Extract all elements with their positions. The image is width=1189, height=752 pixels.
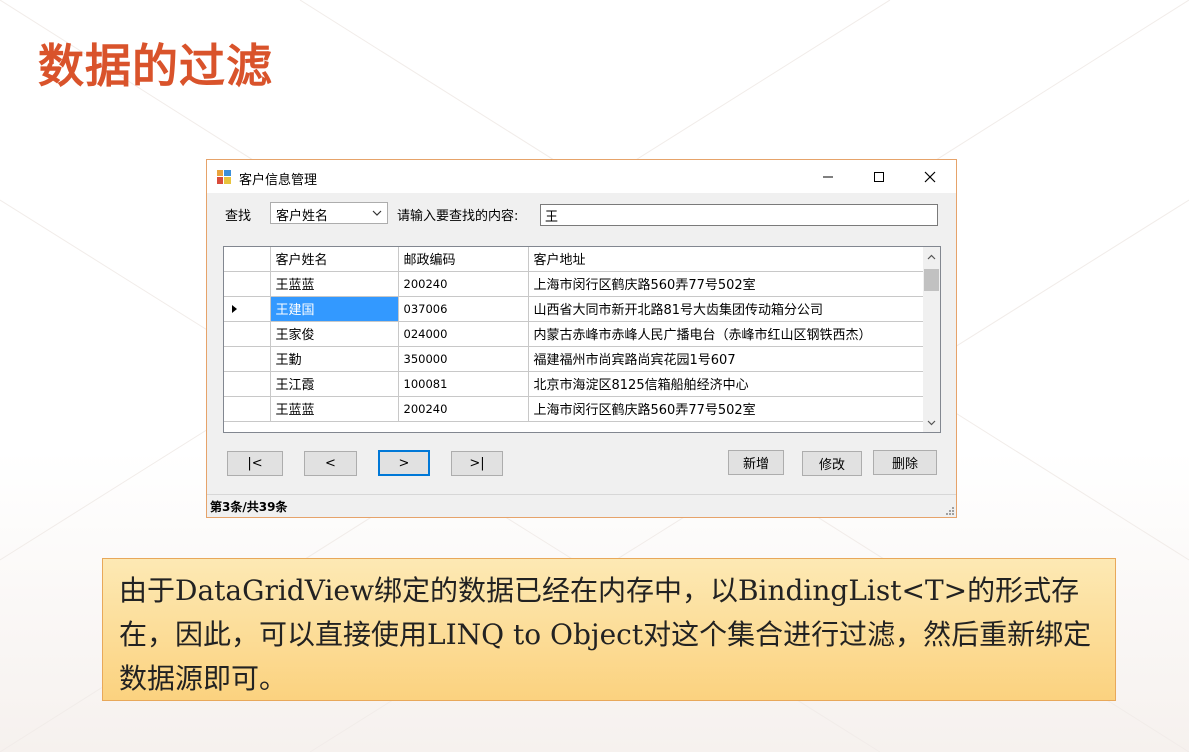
scrollbar-thumb[interactable] bbox=[924, 269, 939, 291]
close-button[interactable] bbox=[913, 164, 947, 190]
cell-name[interactable]: 王勤 bbox=[270, 346, 399, 372]
cell-address[interactable]: 福建福州市尚宾路尚宾花园1号607 bbox=[528, 346, 924, 372]
cell-name-selected[interactable]: 王建国 bbox=[270, 296, 399, 322]
cell-address[interactable]: 上海市闵行区鹤庆路560弄77号502室 bbox=[528, 271, 924, 297]
table-row[interactable]: 王蓝蓝 200240 上海市闵行区鹤庆路560弄77号502室 bbox=[224, 396, 924, 422]
window-title: 客户信息管理 bbox=[239, 173, 318, 188]
minimize-button[interactable] bbox=[811, 164, 845, 190]
cell-address[interactable]: 山西省大同市新开北路81号大齿集团传动箱分公司 bbox=[528, 296, 924, 322]
cell-postcode[interactable]: 024000 bbox=[398, 321, 529, 347]
find-label: 查找 bbox=[225, 209, 252, 224]
header-row: 客户姓名 邮政编码 客户地址 bbox=[224, 247, 924, 272]
next-record-button[interactable]: > bbox=[378, 450, 430, 476]
delete-button[interactable]: 删除 bbox=[873, 450, 937, 475]
close-icon bbox=[924, 171, 936, 183]
scroll-down-icon[interactable] bbox=[926, 417, 937, 428]
cell-postcode[interactable]: 100081 bbox=[398, 371, 529, 397]
cell-name[interactable]: 王江霞 bbox=[270, 371, 399, 397]
customer-table: 客户姓名 邮政编码 客户地址 王蓝蓝 200240 上海市闵行区鹤庆路560弄7… bbox=[224, 247, 924, 422]
explanation-note: 由于DataGridView绑定的数据已经在内存中，以BindingList<T… bbox=[102, 558, 1116, 701]
row-header[interactable] bbox=[224, 321, 271, 347]
maximize-button[interactable] bbox=[862, 164, 896, 190]
cell-postcode[interactable]: 200240 bbox=[398, 271, 529, 297]
cell-address[interactable]: 内蒙古赤峰市赤峰人民广播电台（赤峰市红山区钢铁西杰） bbox=[528, 321, 924, 347]
field-select[interactable]: 客户姓名 bbox=[270, 202, 388, 224]
row-header[interactable] bbox=[224, 271, 271, 297]
current-row-icon bbox=[232, 304, 237, 313]
vertical-scrollbar[interactable] bbox=[923, 247, 940, 432]
last-record-button[interactable]: >| bbox=[451, 451, 503, 476]
add-button[interactable]: 新增 bbox=[728, 450, 784, 475]
column-header-address[interactable]: 客户地址 bbox=[528, 247, 924, 272]
customer-window: 客户信息管理 查找 客户姓名 请输入要查找的内容: 客户姓名 邮政编码 bbox=[206, 159, 957, 518]
column-header-postcode[interactable]: 邮政编码 bbox=[398, 247, 529, 272]
cell-address[interactable]: 北京市海淀区8125信箱船舶经济中心 bbox=[528, 371, 924, 397]
table-row-current[interactable]: 王建国 037006 山西省大同市新开北路81号大齿集团传动箱分公司 bbox=[224, 296, 924, 322]
cell-name[interactable]: 王家俊 bbox=[270, 321, 399, 347]
cell-name[interactable]: 王蓝蓝 bbox=[270, 396, 399, 422]
resize-grip-icon[interactable] bbox=[944, 505, 954, 515]
scroll-up-icon[interactable] bbox=[926, 252, 937, 263]
table-row[interactable]: 王江霞 100081 北京市海淀区8125信箱船舶经济中心 bbox=[224, 371, 924, 397]
chevron-down-icon bbox=[372, 210, 382, 216]
row-header[interactable] bbox=[224, 346, 271, 372]
status-bar: 第3条/共39条 bbox=[207, 494, 956, 517]
row-header-corner bbox=[224, 247, 271, 272]
cell-postcode[interactable]: 350000 bbox=[398, 346, 529, 372]
first-record-button[interactable]: |< bbox=[227, 451, 283, 476]
field-select-value: 客户姓名 bbox=[276, 209, 329, 224]
cell-postcode[interactable]: 037006 bbox=[398, 296, 529, 322]
table-row[interactable]: 王家俊 024000 内蒙古赤峰市赤峰人民广播电台（赤峰市红山区钢铁西杰） bbox=[224, 321, 924, 347]
minimize-icon bbox=[823, 176, 833, 178]
app-icon bbox=[217, 170, 231, 184]
column-header-name[interactable]: 客户姓名 bbox=[270, 247, 399, 272]
row-header[interactable] bbox=[224, 396, 271, 422]
row-header[interactable] bbox=[224, 371, 271, 397]
row-header[interactable] bbox=[224, 296, 271, 322]
cell-postcode[interactable]: 200240 bbox=[398, 396, 529, 422]
table-row[interactable]: 王蓝蓝 200240 上海市闵行区鹤庆路560弄77号502室 bbox=[224, 271, 924, 297]
record-status: 第3条/共39条 bbox=[210, 500, 288, 514]
edit-button[interactable]: 修改 bbox=[802, 451, 862, 476]
search-label: 请输入要查找的内容: bbox=[397, 209, 519, 224]
cell-address[interactable]: 上海市闵行区鹤庆路560弄77号502室 bbox=[528, 396, 924, 422]
search-input[interactable] bbox=[540, 204, 938, 226]
maximize-icon bbox=[874, 172, 884, 182]
slide-title: 数据的过滤 bbox=[38, 39, 273, 93]
customer-grid[interactable]: 客户姓名 邮政编码 客户地址 王蓝蓝 200240 上海市闵行区鹤庆路560弄7… bbox=[223, 246, 941, 433]
table-row[interactable]: 王勤 350000 福建福州市尚宾路尚宾花园1号607 bbox=[224, 346, 924, 372]
title-bar[interactable]: 客户信息管理 bbox=[207, 160, 956, 193]
cell-name[interactable]: 王蓝蓝 bbox=[270, 271, 399, 297]
prev-record-button[interactable]: < bbox=[304, 451, 357, 476]
